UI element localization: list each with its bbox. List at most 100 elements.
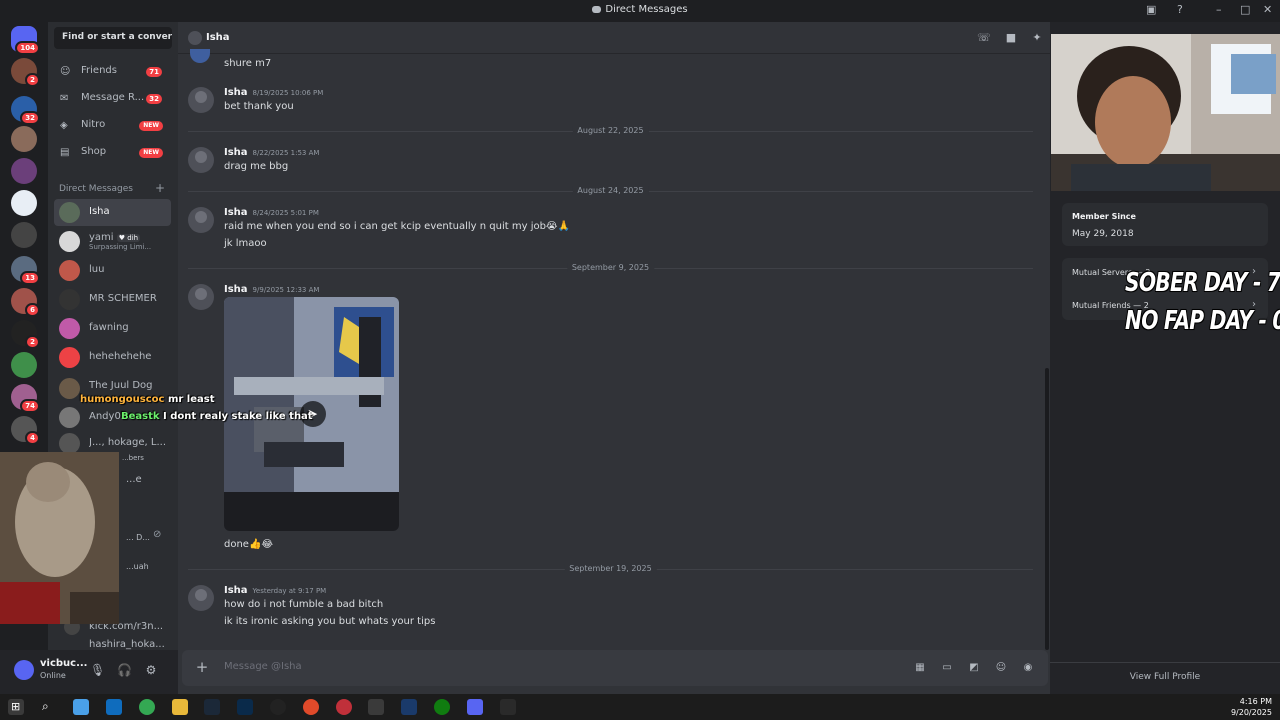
voice-call-icon[interactable]: ☏ [977,31,991,45]
server-icon[interactable]: 6 [11,288,40,317]
apps-icon[interactable]: ◉ [1021,661,1035,675]
divider [1050,662,1280,663]
gear-icon[interactable]: ⚙ [144,663,158,677]
server-icon[interactable]: 2 [11,58,40,87]
chat-header: Isha ☏ ■ ✦ [178,22,1050,54]
date-separator: August 22, 2025 [188,126,1033,135]
message-author[interactable]: Isha 8/24/2025 5:01 PM [224,207,319,218]
user-avatar[interactable] [14,660,34,680]
headphones-icon[interactable]: 🎧 [117,663,132,677]
gift-icon[interactable]: ▦ [913,661,927,675]
nav-friends[interactable]: ☺ Friends 71 [54,60,174,84]
server-icon[interactable] [11,222,37,248]
avatar [188,87,214,113]
server-icon[interactable]: 32 [11,96,40,125]
nav-message-requests[interactable]: ✉ Message R... 32 [54,87,174,111]
microphone-icon[interactable]: 🎙 [90,663,105,677]
xbox-icon[interactable] [434,699,450,715]
avatar [59,289,80,310]
date-separator: September 9, 2025 [188,263,1033,272]
copilot-icon[interactable] [73,699,89,715]
maximize-button[interactable]: □ [1240,3,1250,16]
avatar [59,318,80,339]
emoji-icon[interactable]: ☺ [994,661,1008,675]
server-icon[interactable]: 13 [11,256,40,285]
sticker-icon[interactable]: ◩ [967,661,981,675]
photoshop-icon[interactable] [237,699,253,715]
stream-chat-line: humongouscoc mr least [80,394,215,405]
add-attachment-icon[interactable]: + [194,659,210,675]
home-button[interactable]: 104 [11,26,40,55]
server-icon[interactable]: 74 [11,384,40,413]
app-icon[interactable] [500,699,516,715]
windows-start-icon[interactable]: ⊞ [8,699,24,715]
message-author[interactable]: Isha 8/19/2025 10:06 PM [224,87,323,98]
vegas-icon[interactable] [401,699,417,715]
taskbar: ⊞ ⌕ 4:16 PM 9/20/2025 [0,694,1280,720]
dm-item[interactable]: luu [54,257,171,284]
date-separator: September 19, 2025 [188,564,1033,573]
nav-nitro[interactable]: ◈ Nitro NEW [54,114,174,138]
avatar [188,207,214,233]
dm-item[interactable]: yami ♥ dih Surpassing Limi... [54,228,171,255]
avatar [59,378,80,399]
nofap-counter: NO FAP DAY - 0 [1125,306,1280,336]
app-icon[interactable] [270,699,286,715]
message-input[interactable]: Message @Isha [224,661,302,672]
find-conversation-button[interactable]: Find or start a convers... [54,27,172,49]
title-bar: Direct Messages ▣ ? – □ ✕ [0,0,1280,22]
app-icon[interactable] [303,699,319,715]
search-icon[interactable]: ⌕ [40,699,56,715]
avatar [59,347,80,368]
gif-icon[interactable]: ▭ [940,661,954,675]
blocked-icon: ⊘ [153,529,162,540]
app-icon[interactable] [336,699,352,715]
shop-icon: ▤ [60,147,70,158]
chrome-icon[interactable] [139,699,155,715]
create-dm-icon[interactable]: + [155,181,165,195]
nitro-icon: ◈ [60,120,68,131]
scrollbar[interactable] [1045,368,1049,650]
nav-shop[interactable]: ▤ Shop NEW [54,141,174,165]
file-explorer-icon[interactable] [172,699,188,715]
server-icon[interactable] [11,352,37,378]
inbox-icon[interactable]: ▣ [1146,3,1156,16]
store-icon[interactable] [368,699,384,715]
pin-icon[interactable]: ✦ [1030,31,1044,45]
avatar [59,407,80,428]
avatar [190,49,210,63]
message-composer[interactable]: + Message @Isha ▦ ▭ ◩ ☺ ◉ [182,650,1048,686]
friends-icon: ☺ [60,66,71,77]
avatar [188,31,202,45]
stream-chat-line: Beastk I dont realy stake like that [121,411,313,422]
dm-item[interactable]: fawning [54,315,171,342]
server-icon[interactable]: 2 [11,320,40,349]
help-icon[interactable]: ? [1177,3,1183,16]
server-icon[interactable] [11,158,37,184]
message-author[interactable]: Isha Yesterday at 9:17 PM [224,585,326,596]
close-button[interactable]: ✕ [1263,3,1272,16]
avatar [59,260,80,281]
dm-item[interactable]: hashira_hoka... [54,639,171,650]
webcam-image [1051,34,1280,191]
message-author[interactable]: Isha 9/9/2025 12:33 AM [224,284,319,295]
mail-icon: ✉ [60,93,69,104]
avatar [188,147,214,173]
server-icon[interactable]: 4 [11,416,40,445]
dm-header: Direct Messages [59,184,133,194]
avatar [188,284,214,310]
server-icon[interactable] [11,126,37,152]
discord-taskbar-icon[interactable] [467,699,483,715]
dm-item[interactable]: Isha [54,199,171,226]
view-full-profile-link[interactable]: View Full Profile [1050,672,1280,682]
avatar [59,231,80,252]
video-call-icon[interactable]: ■ [1004,31,1018,45]
message-author[interactable]: Isha 8/22/2025 1:53 AM [224,147,319,158]
steam-icon[interactable] [204,699,220,715]
chat-area: Isha ☏ ■ ✦ shure m7 Isha 8/19/2025 10:06 … [178,22,1050,694]
server-icon[interactable] [11,190,37,216]
dm-item[interactable]: hehehehehe [54,344,171,371]
minimize-button[interactable]: – [1216,3,1222,16]
dm-item[interactable]: MR SCHEMER [54,286,171,313]
outlook-icon[interactable] [106,699,122,715]
